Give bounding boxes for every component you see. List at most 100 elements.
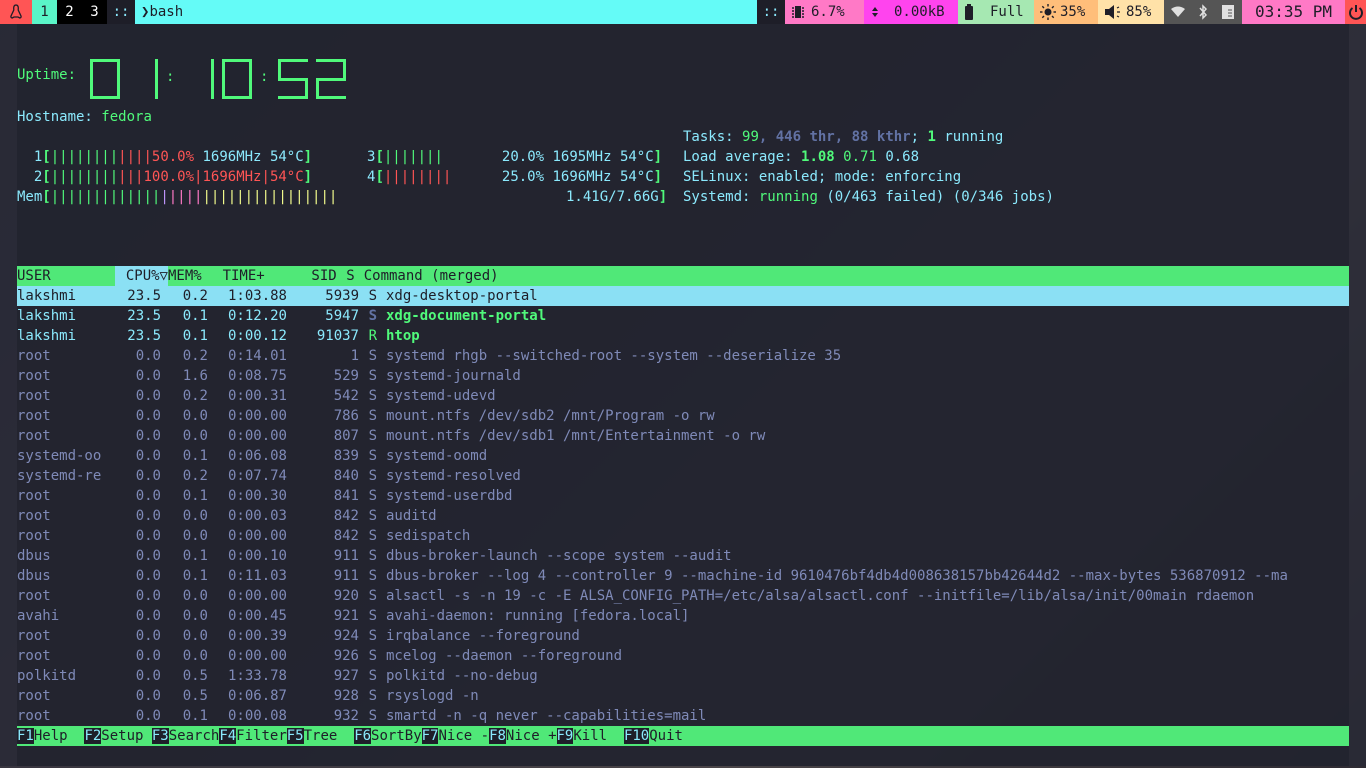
process-cpu: 0.0 [135,668,161,684]
fkey-f3[interactable]: F3Search [151,726,220,746]
process-row[interactable]: root 0.0 0.0 0:00.03 842 Sauditd [17,506,1349,526]
uptime-digit [278,59,308,99]
fkey-key: F1 [17,728,34,744]
col-state[interactable]: S [337,266,354,286]
process-time: 0:00.12 [227,328,287,344]
process-row[interactable]: root 0.0 0.0 0:00.00 842 Ssedispatch [17,526,1349,546]
process-row[interactable]: root 0.0 0.0 0:00.00 920 Salsactl -s -n 19 -c… [17,586,1349,606]
fkey-f8[interactable]: F8Nice + [489,726,557,746]
process-row[interactable]: root 0.0 0.0 0:00.00 786 Smount.ntfs /dev/sdb… [17,406,1349,426]
process-user: lakshmi [17,308,77,324]
selinux-value: enabled; mode: enforcing [758,169,962,185]
process-cpu: 0.0 [135,528,161,544]
process-state: S [368,588,377,604]
process-time: 0:00.30 [227,488,287,504]
process-row[interactable]: systemd-re 0.0 0.2 0:07.74 840 Ssystemd-resol… [17,466,1349,486]
bluetooth-icon[interactable] [1198,4,1208,20]
process-row[interactable]: root 0.0 0.1 0:00.30 841 Ssystemd-userdbd [17,486,1349,506]
clock[interactable]: 03:35 PM [1242,0,1345,24]
process-row[interactable]: polkitd 0.0 0.5 1:33.78 927 Spolkitd --no-deb… [17,666,1349,686]
process-sid: 921 [333,608,359,624]
clipboard-icon[interactable] [1221,4,1235,20]
process-row[interactable]: avahi 0.0 0.0 0:00.45 921 Savahi-daemon: runn… [17,606,1349,626]
fedora-logo-icon[interactable] [0,0,32,24]
process-mem: 0.1 [182,548,208,564]
process-row[interactable]: dbus 0.0 0.1 0:11.03 911 Sdbus-broker --log 4… [17,566,1349,586]
fkey-f9[interactable]: F9Kill [556,726,624,746]
process-cpu: 0.0 [135,508,161,524]
col-command[interactable]: Command (merged) [355,266,499,286]
process-row[interactable]: root 0.0 0.0 0:00.39 924 Sirqbalance --foregr… [17,626,1349,646]
battery-widget[interactable]: Full [958,0,1034,24]
process-row[interactable]: root 0.0 0.2 0:00.31 542 Ssystemd-udevd [17,386,1349,406]
fkey-f10[interactable]: F10Quit [623,726,683,746]
process-row[interactable]: root 0.0 0.0 0:00.00 807 Smount.ntfs /dev/sdb… [17,426,1349,446]
brightness-widget[interactable]: 35% [1034,0,1098,24]
col-sid[interactable]: SID [265,266,336,286]
process-state: S [368,368,377,384]
process-row[interactable]: root 0.0 1.6 0:08.75 529 Ssystemd-journald [17,366,1349,386]
workspace-2[interactable]: 2 [57,0,82,24]
mem-label: Mem [17,189,43,205]
process-row[interactable]: lakshmi 23.5 0.1 0:00.12 91037 Rhtop [17,326,1349,346]
tasks-running: 1 [927,129,936,145]
fkey-key: F8 [489,728,506,744]
process-user: root [17,388,51,404]
process-time: 0:11.03 [227,568,287,584]
process-mem: 0.2 [182,348,208,364]
fkey-key: F3 [151,728,169,744]
layout-indicator[interactable]: :: [107,0,135,24]
wifi-icon[interactable] [1170,6,1185,18]
process-command: systemd-journald [386,368,521,384]
process-sid: 842 [333,508,359,524]
process-mem: 0.2 [182,468,208,484]
fkey-f1[interactable]: F1Help [17,726,84,746]
process-command: alsactl -s -n 19 -c -E ALSA_CONFIG_PATH=… [386,588,1255,604]
process-user: avahi [17,608,60,624]
process-cpu: 0.0 [135,568,161,584]
load-1: 1.08 [801,149,835,165]
process-row[interactable]: systemd-oo 0.0 0.1 0:06.08 839 Ssystemd-oomd [17,446,1349,466]
process-row[interactable]: root 0.0 0.1 0:00.08 932 Ssmartd -n -q never … [17,706,1349,726]
process-state: S [368,688,377,704]
hostname-line: Hostname: fedora [17,107,152,127]
fkey-key: F6 [354,728,372,744]
process-row[interactable]: lakshmi 23.5 0.1 0:12.20 5947 Sxdg-document-p… [17,306,1349,326]
process-command: systemd rhgb --switched-root --system --… [386,348,842,364]
process-row[interactable]: lakshmi 23.5 0.2 1:03.88 5939 Sxdg-desktop-po… [17,286,1349,306]
cpu-widget[interactable]: 6.7% [785,0,864,24]
col-mem[interactable]: MEM% [168,268,202,284]
col-user[interactable]: USER [17,266,115,286]
process-user: root [17,408,51,424]
fkey-f2[interactable]: F2Setup [84,726,151,746]
network-widget[interactable]: 0.00kB [864,0,958,24]
col-cpu[interactable]: CPU%▽ [115,266,168,286]
fkey-f4[interactable]: F4Filter [219,726,287,746]
fkey-label: Search [168,728,220,744]
power-button[interactable] [1345,0,1366,24]
volume-widget[interactable]: 85% [1098,0,1164,24]
process-row[interactable]: dbus 0.0 0.1 0:00.10 911 Sdbus-broker-launch … [17,546,1349,566]
process-row[interactable]: root 0.0 0.0 0:00.00 926 Smcelog --daemon --f… [17,646,1349,666]
process-state: S [368,388,377,404]
process-mem: 0.0 [182,508,208,524]
fkey-label: Kill [573,728,624,744]
cpu-freq: 1695MHz [552,149,612,165]
window-title: ❯ bash [135,0,757,24]
workspace-label: 3 [90,4,99,20]
fkey-f7[interactable]: F7Nice - [421,726,489,746]
process-sid: 807 [333,428,359,444]
cpu-meter-4: 4[|||||||| 25.0% 1696MHz 54°C] [367,169,663,185]
tasks-kthreads: 88 kthr [851,129,911,145]
fkey-f6[interactable]: F6SortBy [354,726,422,746]
workspace-1[interactable]: 1 [32,0,57,24]
process-time: 0:00.10 [227,548,287,564]
workspace-3[interactable]: 3 [82,0,107,24]
process-row[interactable]: root 0.0 0.2 0:14.01 1 Ssystemd rhgb --switch… [17,346,1349,366]
process-sid: 839 [333,448,359,464]
process-row[interactable]: root 0.0 0.5 0:06.87 928 Srsyslogd -n [17,686,1349,706]
fkey-f5[interactable]: F5Tree [286,726,354,746]
col-time[interactable]: TIME+ [202,266,265,286]
process-cpu: 0.0 [135,548,161,564]
tasks-label: Tasks: [683,129,734,145]
